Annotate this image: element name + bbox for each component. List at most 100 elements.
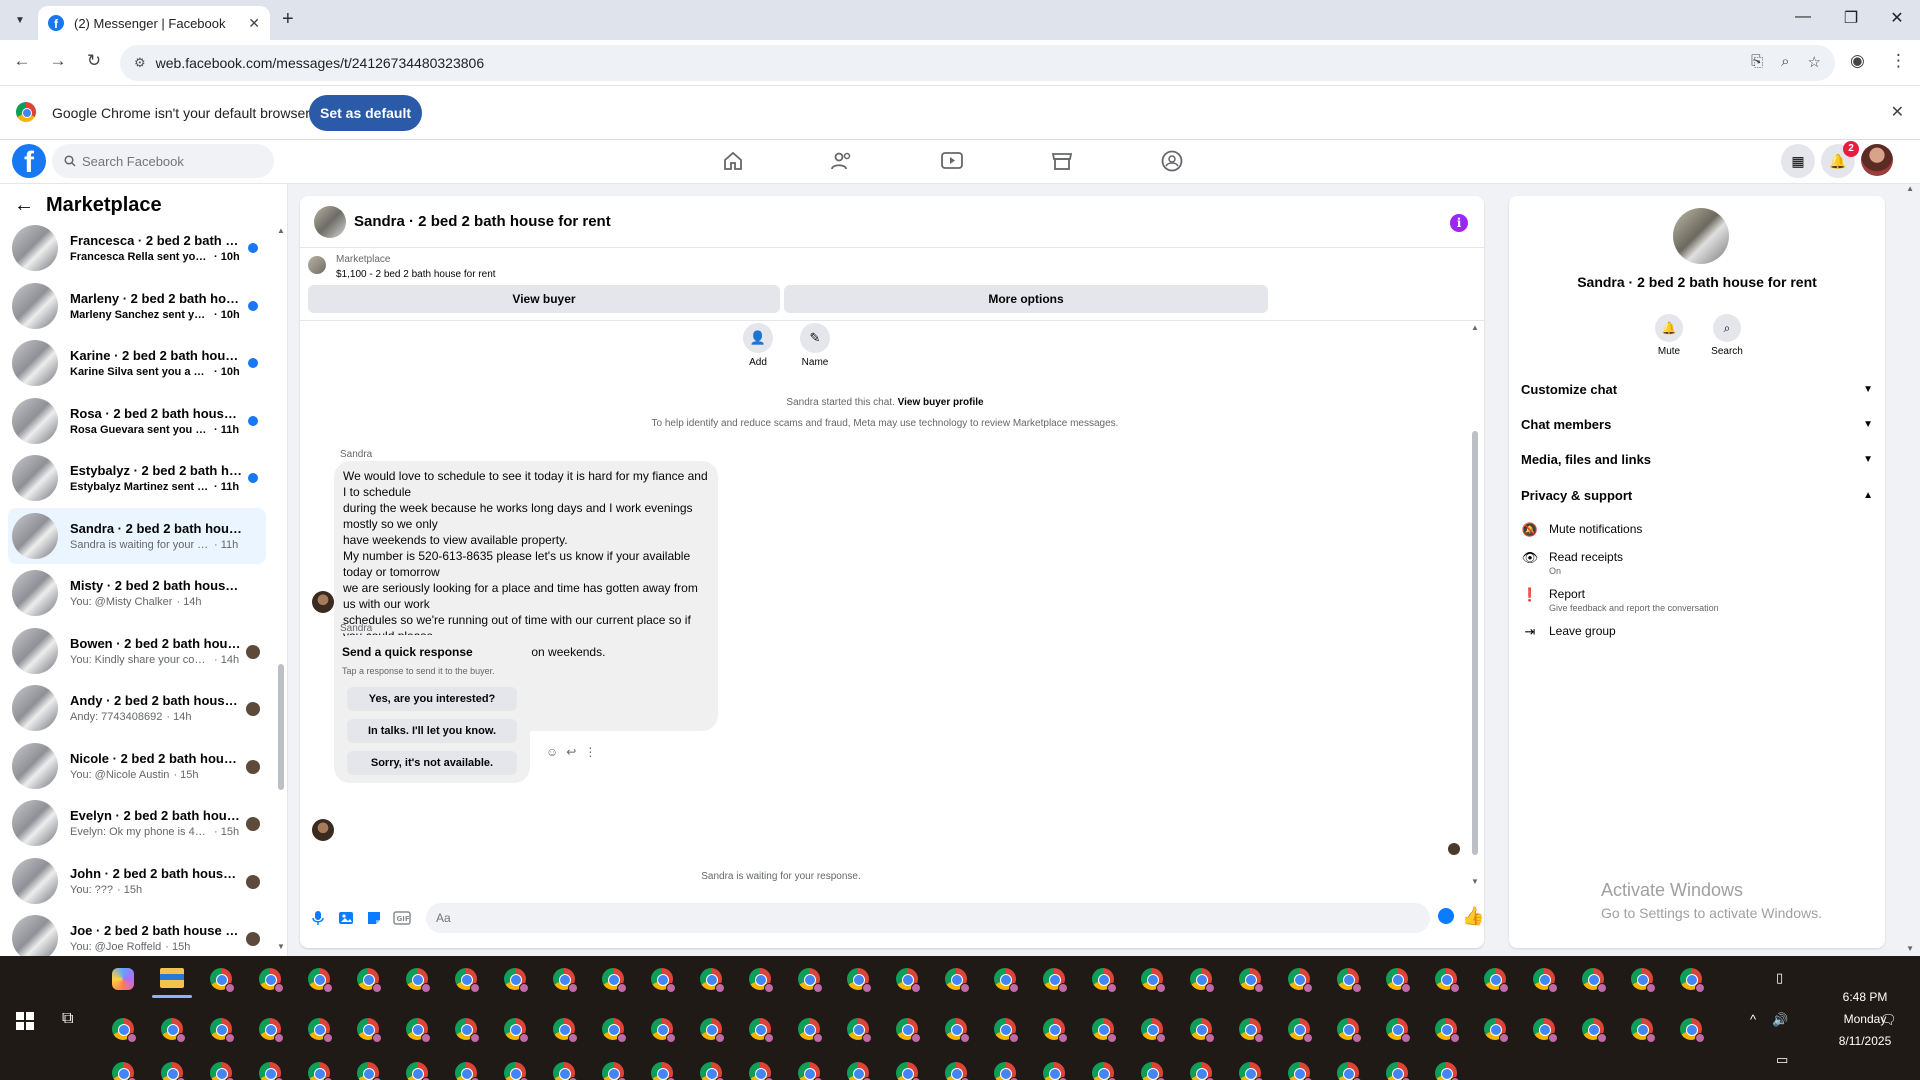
copilot-icon[interactable] <box>112 968 134 990</box>
chrome-taskbar-icon[interactable] <box>1386 968 1411 993</box>
more-options-button[interactable]: More options <box>784 285 1268 313</box>
device-icon[interactable]: ▯ <box>1776 970 1783 986</box>
microphone-icon[interactable] <box>306 906 330 930</box>
zoom-icon[interactable]: ⌕ <box>1781 53 1789 71</box>
back-arrow-icon[interactable]: ← <box>14 194 34 217</box>
chrome-taskbar-icon[interactable] <box>700 1062 725 1080</box>
chrome-taskbar-icon[interactable] <box>602 968 627 993</box>
chrome-taskbar-icon[interactable] <box>1239 1018 1264 1043</box>
minimize-button[interactable]: — <box>1780 8 1826 26</box>
chrome-taskbar-icon[interactable] <box>1141 968 1166 993</box>
sandra-avatar[interactable] <box>312 591 334 613</box>
chrome-taskbar-icon[interactable] <box>1435 1062 1460 1080</box>
sticker-icon[interactable] <box>362 906 386 930</box>
media-files-section[interactable]: Media, files and links ▼ <box>1521 452 1873 467</box>
set-default-button[interactable]: Set as default <box>309 95 422 131</box>
chrome-taskbar-icon[interactable] <box>1043 1018 1068 1043</box>
chrome-taskbar-icon[interactable] <box>259 1018 284 1043</box>
add-member-button[interactable]: 👤 Add <box>728 323 788 368</box>
chrome-taskbar-icon[interactable] <box>1288 968 1313 993</box>
chrome-taskbar-icon[interactable] <box>553 1018 578 1043</box>
info-icon[interactable]: i <box>1450 214 1468 232</box>
chrome-menu-icon[interactable]: ⋮ <box>1890 51 1907 71</box>
conversation-item[interactable]: Karine · 2 bed 2 bath house for rent Kari… <box>8 335 266 391</box>
task-view-icon[interactable]: ⧉ <box>62 1010 73 1028</box>
reply-icon[interactable]: ↩ <box>566 745 576 759</box>
friends-icon[interactable] <box>827 148 857 174</box>
privacy-support-section[interactable]: Privacy & support ▲ <box>1521 488 1873 503</box>
chrome-taskbar-icon[interactable] <box>1288 1018 1313 1043</box>
chrome-taskbar-icon[interactable] <box>749 1018 774 1043</box>
windows-start-icon[interactable] <box>16 1012 34 1030</box>
video-icon[interactable] <box>937 148 967 174</box>
file-explorer-icon[interactable] <box>160 968 184 988</box>
chrome-taskbar-icon[interactable] <box>847 1062 872 1080</box>
marketplace-icon[interactable] <box>1047 148 1077 174</box>
close-window-button[interactable]: ✕ <box>1874 8 1920 28</box>
chrome-taskbar-icon[interactable] <box>553 1062 578 1080</box>
chrome-taskbar-icon[interactable] <box>896 1018 921 1043</box>
chrome-taskbar-icon[interactable] <box>1043 1062 1068 1080</box>
more-actions-icon[interactable]: ⋮ <box>584 745 596 759</box>
chrome-taskbar-icon[interactable] <box>1680 968 1705 993</box>
chrome-taskbar-icon[interactable] <box>259 968 284 993</box>
chrome-taskbar-icon[interactable] <box>308 1018 333 1043</box>
page-scroll-down[interactable]: ▼ <box>1906 944 1914 953</box>
chrome-taskbar-icon[interactable] <box>406 1018 431 1043</box>
restore-button[interactable]: ❐ <box>1828 8 1874 28</box>
quick-reply-in-talks[interactable]: In talks. I'll let you know. <box>347 719 517 743</box>
chrome-taskbar-icon[interactable] <box>1533 1018 1558 1043</box>
chrome-taskbar-icon[interactable] <box>1484 968 1509 993</box>
quick-reply-not-available[interactable]: Sorry, it's not available. <box>347 751 517 775</box>
chrome-taskbar-icon[interactable] <box>1582 968 1607 993</box>
chrome-taskbar-icon[interactable] <box>1582 1018 1607 1043</box>
chrome-taskbar-icon[interactable] <box>1239 1062 1264 1080</box>
chat-info-avatar[interactable] <box>1673 208 1729 264</box>
network-icon[interactable]: ▭ <box>1776 1052 1788 1068</box>
chrome-taskbar-icon[interactable] <box>1337 1018 1362 1043</box>
chrome-taskbar-icon[interactable] <box>1435 968 1460 993</box>
chrome-taskbar-icon[interactable] <box>1631 968 1656 993</box>
chrome-taskbar-icon[interactable] <box>504 968 529 993</box>
conversation-item[interactable]: Marleny · 2 bed 2 bath house for rent Mar… <box>8 278 266 334</box>
message-input[interactable] <box>426 903 1430 933</box>
listing-avatar[interactable] <box>314 205 346 238</box>
volume-icon[interactable]: 🔊 <box>1772 1012 1788 1028</box>
chrome-taskbar-icon[interactable] <box>112 1062 137 1080</box>
read-receipts-item[interactable]: 👁 Read receipts On <box>1521 550 1623 576</box>
mute-button[interactable]: 🔔 Mute <box>1649 314 1689 357</box>
chrome-taskbar-icon[interactable] <box>308 968 333 993</box>
chrome-taskbar-icon[interactable] <box>504 1062 529 1080</box>
leave-group-item[interactable]: ⇥ Leave group <box>1521 624 1616 640</box>
gif-icon[interactable]: GIF <box>390 906 414 930</box>
chrome-taskbar-icon[interactable] <box>210 968 235 993</box>
notification-center-icon[interactable]: 🗨 <box>1880 1012 1897 1028</box>
chrome-taskbar-icon[interactable] <box>847 968 872 993</box>
chrome-taskbar-icon[interactable] <box>945 1018 970 1043</box>
chrome-taskbar-icon[interactable] <box>1631 1018 1656 1043</box>
new-tab-button[interactable]: + <box>282 8 294 31</box>
thread-scrollbar[interactable]: ▲ ▼ <box>1470 321 1480 889</box>
chrome-taskbar-icon[interactable] <box>945 1062 970 1080</box>
tray-chevron-icon[interactable]: ^ <box>1750 1012 1756 1027</box>
chrome-taskbar-icon[interactable] <box>1141 1018 1166 1043</box>
chrome-taskbar-icon[interactable] <box>455 968 480 993</box>
search-conversation-button[interactable]: ⌕ Search <box>1707 314 1747 357</box>
address-bar[interactable]: ⚙ web.facebook.com/messages/t/2412673448… <box>120 45 1835 81</box>
report-item[interactable]: ❗ Report Give feedback and report the con… <box>1521 587 1719 613</box>
chrome-taskbar-icon[interactable] <box>406 968 431 993</box>
chrome-taskbar-icon[interactable] <box>161 1018 186 1043</box>
chrome-taskbar-icon[interactable] <box>651 968 676 993</box>
view-buyer-button[interactable]: View buyer <box>308 285 780 313</box>
close-tab-icon[interactable]: ✕ <box>248 15 260 32</box>
conversation-item[interactable]: Rosa · 2 bed 2 bath house for rent Rosa G… <box>8 393 266 449</box>
chrome-taskbar-icon[interactable] <box>455 1018 480 1043</box>
name-chat-button[interactable]: ✎ Name <box>785 323 845 368</box>
chrome-taskbar-icon[interactable] <box>1386 1018 1411 1043</box>
chrome-taskbar-icon[interactable] <box>1190 1062 1215 1080</box>
chrome-taskbar-icon[interactable] <box>1337 1062 1362 1080</box>
conversation-item[interactable]: Estybalyz · 2 bed 2 bath house for rent E… <box>8 450 266 506</box>
chrome-taskbar-icon[interactable] <box>847 1018 872 1043</box>
chrome-taskbar-icon[interactable] <box>455 1062 480 1080</box>
chrome-taskbar-icon[interactable] <box>602 1018 627 1043</box>
